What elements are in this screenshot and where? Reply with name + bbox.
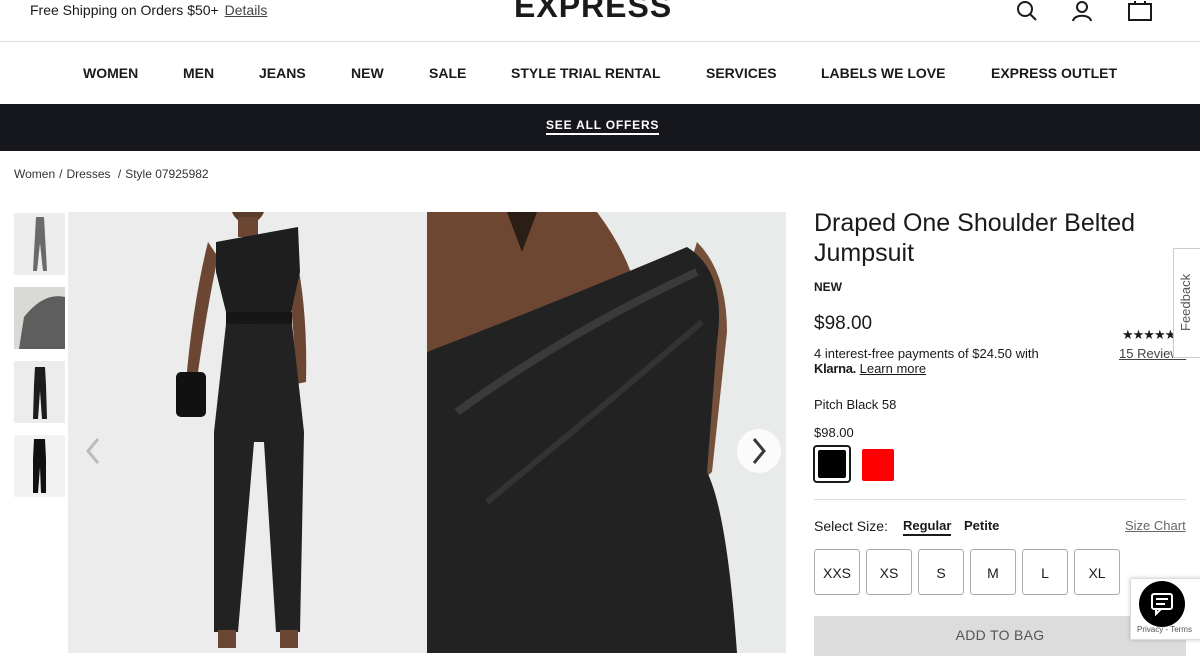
top-bar: Free Shipping on Orders $50+ Details EXP… [0, 0, 1200, 42]
new-badge: NEW [814, 280, 842, 294]
nav-item-men[interactable]: MEN [183, 65, 214, 81]
thumbnail-2[interactable] [14, 287, 65, 349]
breadcrumb-current: Style 07925982 [125, 167, 209, 181]
size-option-xs[interactable]: XS [866, 549, 912, 595]
nav-item-new[interactable]: NEW [351, 65, 384, 81]
product-price: $98.00 [814, 313, 873, 334]
product-image-detail [427, 212, 786, 653]
chat-button[interactable] [1139, 581, 1185, 627]
size-option-s[interactable]: S [918, 549, 964, 595]
feedback-label: Feedback [1178, 273, 1193, 331]
size-option-xxs[interactable]: XXS [814, 549, 860, 595]
selected-color-name: Pitch Black 58 [814, 397, 897, 412]
search-icon[interactable] [1015, 0, 1041, 24]
klarna-line: Klarna. Learn more [814, 361, 926, 376]
klarna-logo: Klarna. [814, 361, 856, 376]
size-chart-link[interactable]: Size Chart [1125, 518, 1186, 533]
nav-item-style-trial-rental[interactable]: STYLE TRIAL RENTAL [511, 65, 661, 81]
size-option-l[interactable]: L [1022, 549, 1068, 595]
size-tab-petite[interactable]: Petite [964, 518, 999, 533]
main-nav: WOMEN MEN JEANS NEW SALE STYLE TRIAL REN… [0, 42, 1200, 105]
previous-image-button[interactable] [71, 429, 115, 473]
rating-stars: ★★★★★ [1122, 327, 1176, 342]
nav-item-women[interactable]: WOMEN [83, 65, 138, 81]
express-logo[interactable]: EXPRESS [514, 0, 672, 25]
swatch-fill-black [818, 450, 846, 478]
shipping-details-link[interactable]: Details [225, 2, 268, 18]
feedback-tab[interactable]: Feedback [1173, 248, 1200, 358]
chat-icon [1151, 593, 1173, 617]
nav-item-sale[interactable]: SALE [429, 65, 466, 81]
thumbnail-3[interactable] [14, 361, 65, 423]
product-title: Draped One Shoulder Belted Jumpsuit [814, 209, 1136, 267]
offers-banner: SEE ALL OFFERS [0, 104, 1200, 151]
shipping-promo: Free Shipping on Orders $50+ Details [30, 2, 267, 18]
klarna-learn-more-link[interactable]: Learn more [860, 361, 926, 376]
see-all-offers-link[interactable]: SEE ALL OFFERS [546, 118, 660, 135]
color-price: $98.00 [814, 425, 854, 440]
account-icon[interactable] [1070, 0, 1096, 24]
thumbnail-4[interactable] [14, 435, 65, 497]
klarna-installments-text: 4 interest-free payments of $24.50 with [814, 346, 1039, 361]
nav-item-jeans[interactable]: JEANS [259, 65, 306, 81]
breadcrumb-separator: / [117, 167, 122, 181]
nav-item-labels-we-love[interactable]: LABELS WE LOVE [821, 65, 945, 81]
nav-item-services[interactable]: SERVICES [706, 65, 777, 81]
thumbnail-1[interactable] [14, 213, 65, 275]
shopping-bag-icon[interactable] [1127, 0, 1153, 24]
size-option-xl[interactable]: XL [1074, 549, 1120, 595]
divider [814, 499, 1186, 500]
breadcrumb-women[interactable]: Women [14, 167, 55, 181]
next-image-button[interactable] [737, 429, 781, 473]
color-swatch-red[interactable] [862, 449, 894, 481]
nav-item-express-outlet[interactable]: EXPRESS OUTLET [991, 65, 1117, 81]
breadcrumb-separator: / [59, 167, 63, 181]
color-swatch-black[interactable] [813, 445, 851, 483]
breadcrumb: Women / Dresses / Style 07925982 [14, 167, 209, 181]
size-option-m[interactable]: M [970, 549, 1016, 595]
select-size-label: Select Size: [814, 518, 888, 534]
product-image-full-length [68, 212, 427, 653]
size-tab-regular[interactable]: Regular [903, 518, 952, 536]
breadcrumb-dresses[interactable]: Dresses [66, 167, 110, 181]
shipping-text: Free Shipping on Orders $50+ [30, 2, 219, 18]
